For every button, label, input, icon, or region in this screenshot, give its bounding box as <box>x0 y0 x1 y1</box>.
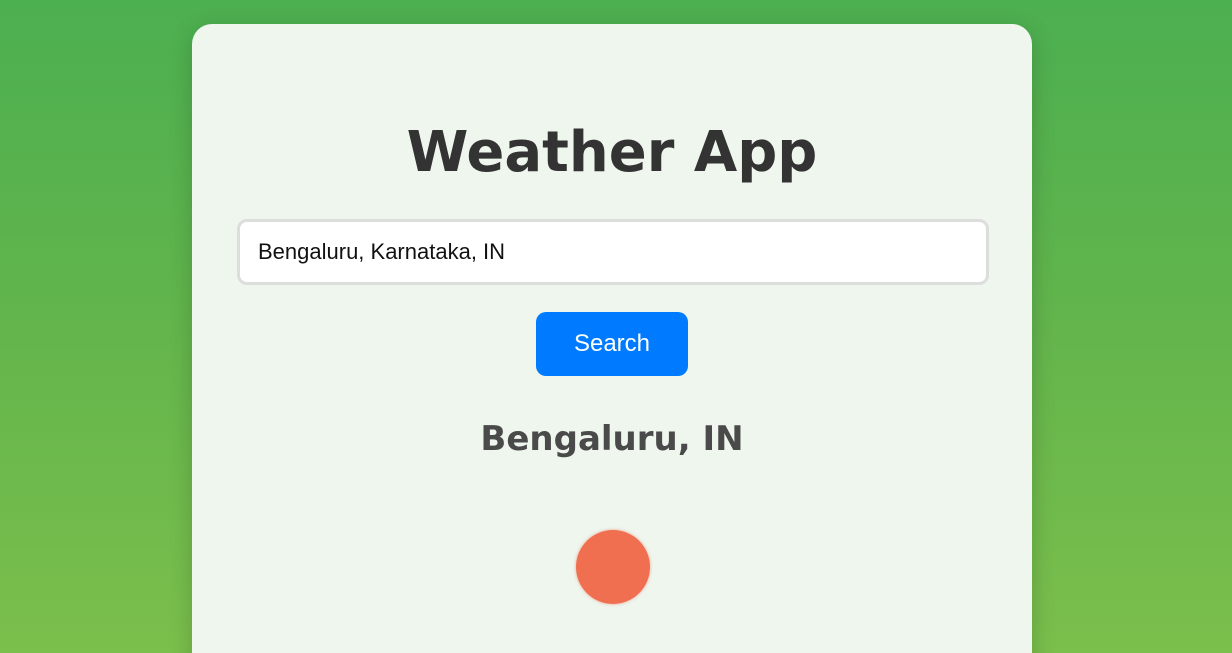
weather-card: Weather App Search Bengaluru, IN <box>192 24 1032 653</box>
app-title: Weather App <box>406 120 818 185</box>
city-search-input[interactable] <box>237 219 989 285</box>
sun-icon <box>576 530 650 604</box>
location-name: Bengaluru, IN <box>480 419 744 459</box>
search-button[interactable]: Search <box>536 312 688 376</box>
